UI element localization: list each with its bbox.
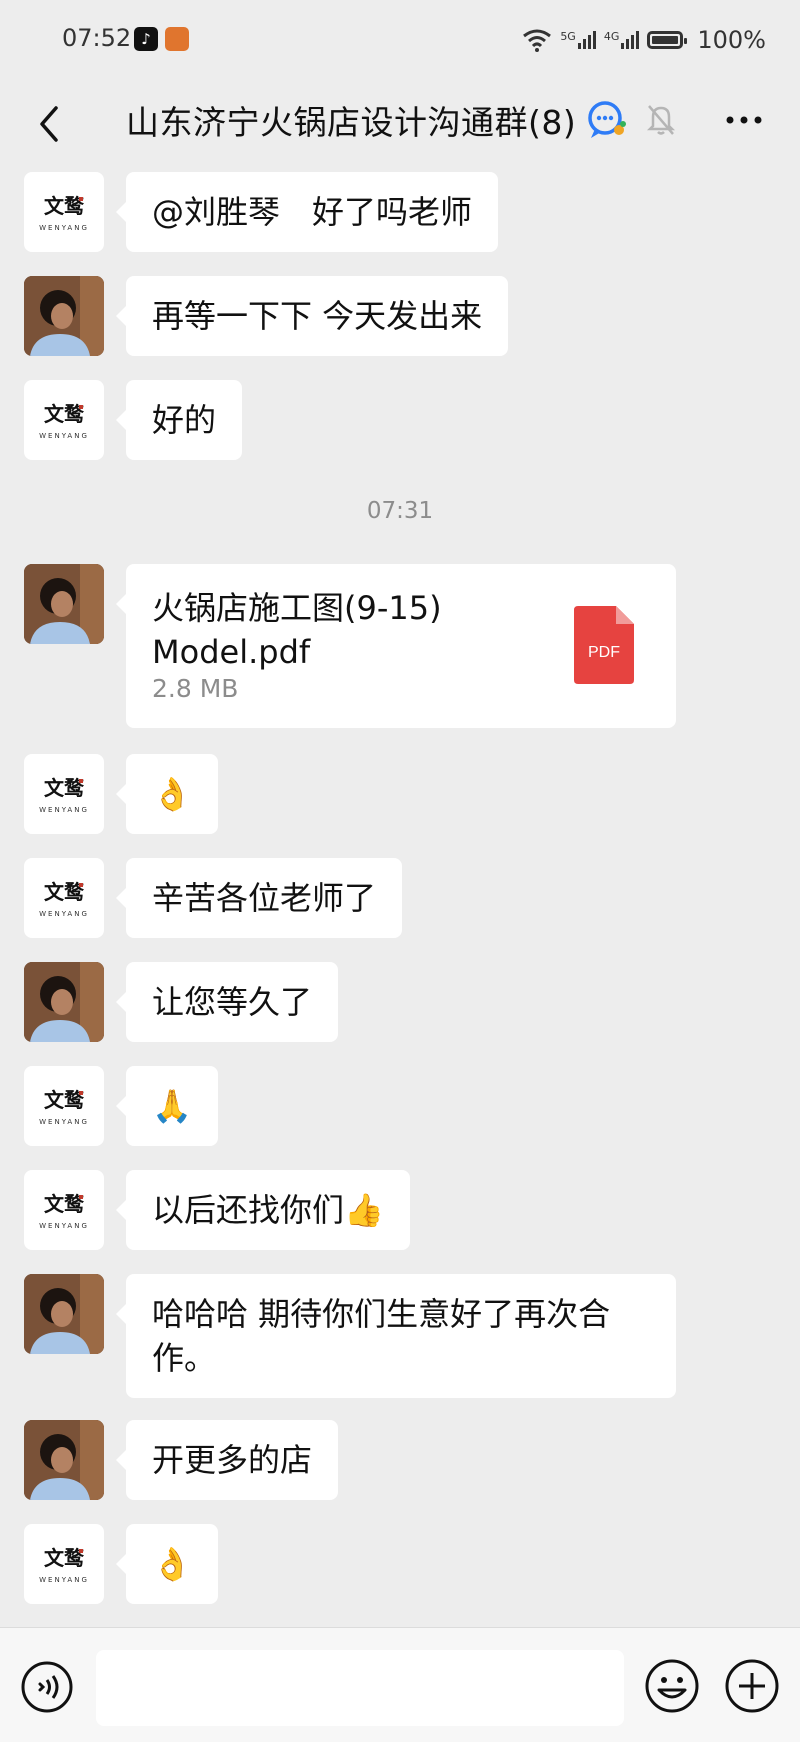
file-message-card[interactable]: 火锅店施工图(9-15) Model.pdf 2.8 MB PDF (116, 564, 676, 728)
avatar[interactable] (24, 1420, 104, 1500)
avatar[interactable] (24, 564, 104, 644)
avatar[interactable]: 文鹜 WENYANG (24, 754, 104, 834)
status-time: 07:52 (62, 24, 132, 52)
message-bubble[interactable]: 🙏 (116, 1066, 218, 1146)
avatar[interactable]: 文鹜 WENYANG (24, 1066, 104, 1146)
message-bubble[interactable]: 让您等久了 (115, 962, 339, 1042)
message-bubble[interactable]: @刘胜琴 好了吗老师 (115, 172, 499, 252)
file-name: 火锅店施工图(9-15) Model.pdf (152, 589, 442, 671)
file-size: 2.8 MB (152, 674, 239, 703)
group-chat-icon[interactable] (585, 96, 629, 144)
avatar[interactable]: 文鹜 WENYANG (24, 858, 104, 938)
avatar[interactable] (24, 276, 104, 356)
battery-percent: 100% (697, 26, 766, 54)
cat-app-icon (165, 27, 189, 51)
message-bubble[interactable]: 👌 (116, 1524, 218, 1604)
message-bubble[interactable]: 哈哈哈 期待你们生意好了再次合作。 (116, 1274, 676, 1398)
input-bar (0, 1627, 800, 1742)
message-bubble[interactable]: 👌 (116, 754, 218, 834)
avatar[interactable]: 文鹜 WENYANG (24, 380, 104, 460)
voice-input-icon[interactable] (20, 1660, 74, 1714)
tiktok-icon: ♪ (134, 27, 158, 51)
message-bubble[interactable]: 再等一下下 今天发出来 (115, 276, 509, 356)
avatar[interactable]: 文鹜 WENYANG (24, 1170, 104, 1250)
back-icon[interactable] (24, 94, 78, 154)
status-bar: 07:52 ♪ 5G 4G 100% (0, 0, 800, 84)
emoji-icon[interactable] (644, 1658, 700, 1714)
message-timestamp: 07:31 (366, 498, 434, 524)
message-bubble[interactable]: 以后还找你们👍 (116, 1170, 410, 1250)
avatar[interactable] (24, 1274, 104, 1354)
svg-text:PDF: PDF (588, 644, 620, 661)
status-indicators: 5G 4G 100% (522, 22, 766, 58)
mute-bell-icon (646, 105, 676, 135)
wifi-icon (523, 29, 552, 52)
plus-icon[interactable] (724, 1658, 780, 1714)
chat-title: 山东济宁火锅店设计沟通群(8) (126, 103, 577, 142)
avatar[interactable]: 文鹜 WENYANG (24, 1524, 104, 1604)
avatar[interactable]: 文鹜 WENYANG (24, 172, 104, 252)
signal-4g-icon: 4G (604, 31, 640, 49)
pdf-file-icon: PDF (574, 606, 634, 684)
message-bubble[interactable]: 开更多的店 (115, 1420, 339, 1500)
signal-5g-icon: 5G (560, 31, 596, 49)
more-options-icon[interactable] (722, 100, 766, 140)
message-bubble[interactable]: 辛苦各位老师了 (115, 858, 403, 938)
avatar[interactable] (24, 962, 104, 1042)
battery-icon (647, 31, 688, 49)
message-input[interactable] (96, 1650, 624, 1726)
chat-header: 山东济宁火锅店设计沟通群(8) (0, 84, 800, 168)
message-bubble[interactable]: 好的 (115, 380, 243, 460)
